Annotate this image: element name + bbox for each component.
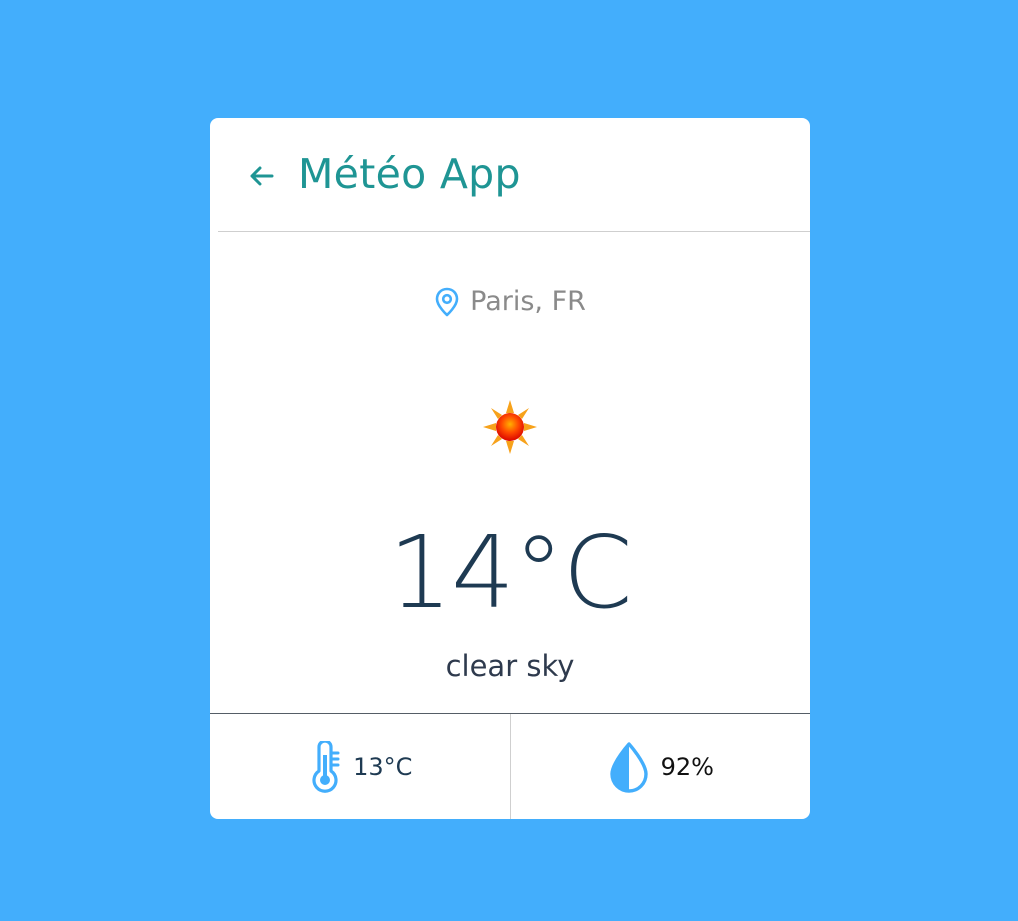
location-text: Paris, FR bbox=[470, 286, 586, 317]
back-button[interactable] bbox=[246, 160, 278, 192]
feels-like-value: 13°C bbox=[353, 753, 413, 781]
sun-icon bbox=[482, 399, 538, 455]
map-pin-icon bbox=[435, 287, 459, 317]
arrow-left-icon bbox=[250, 166, 274, 186]
humidity: 92% bbox=[511, 714, 811, 819]
card-header: Météo App bbox=[210, 118, 810, 231]
temperature: 14°C bbox=[388, 514, 632, 631]
thermometer-icon bbox=[312, 741, 340, 793]
location: Paris, FR bbox=[210, 282, 810, 322]
weather-description: clear sky bbox=[445, 649, 575, 683]
humidity-value: 92% bbox=[660, 753, 714, 781]
weather-card: Météo App Paris, FR 14°C clear sky 13°C … bbox=[210, 118, 810, 819]
water-drop-icon bbox=[609, 742, 648, 793]
header-divider bbox=[218, 231, 810, 232]
details-footer: 13°C 92% bbox=[210, 713, 810, 819]
app-title: Météo App bbox=[298, 150, 521, 198]
feels-like: 13°C bbox=[210, 714, 511, 819]
